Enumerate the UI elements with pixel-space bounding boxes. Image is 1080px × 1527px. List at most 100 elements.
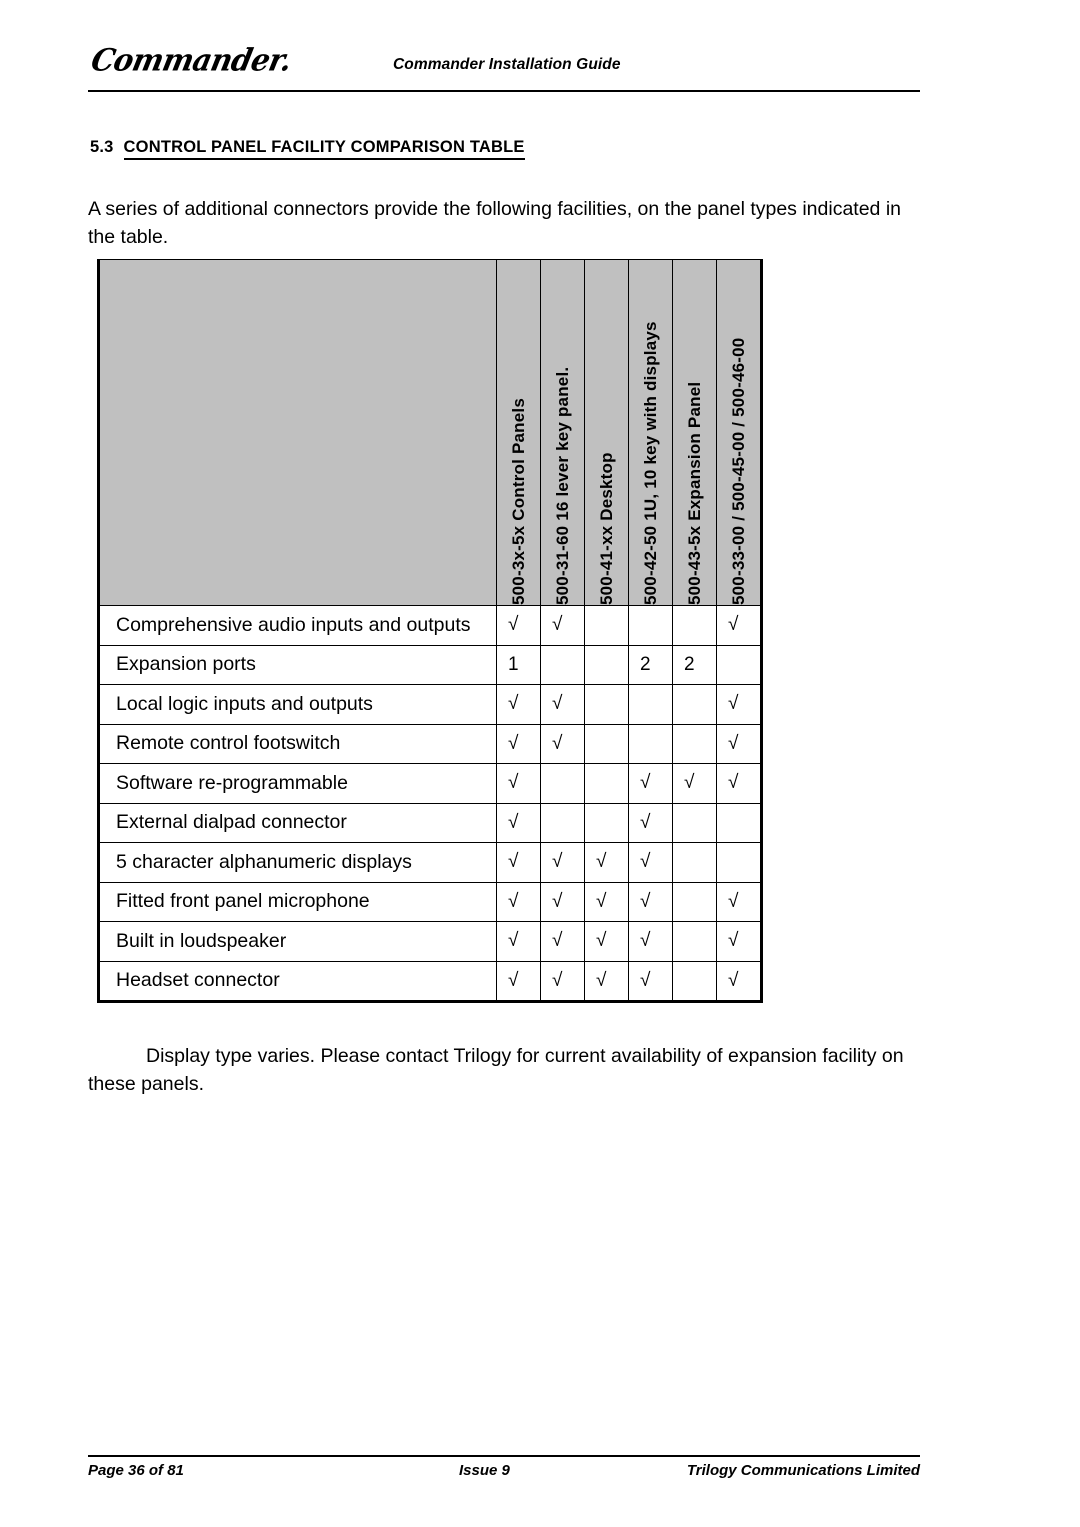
section-number: 5.3 bbox=[90, 138, 114, 156]
facility-value: √ bbox=[540, 605, 585, 646]
facility-value: √ bbox=[496, 842, 541, 883]
footer-issue: Issue 9 bbox=[459, 1462, 510, 1479]
facility-value bbox=[672, 960, 717, 1003]
facility-value bbox=[584, 763, 629, 804]
facility-value: √ bbox=[496, 605, 541, 646]
facility-value: √ bbox=[628, 802, 673, 843]
table-row: Headset connector √ √ √ √ √ bbox=[97, 960, 763, 1003]
facility-value: √ bbox=[496, 960, 541, 1003]
facility-value: √ bbox=[496, 802, 541, 843]
facility-value bbox=[584, 684, 629, 725]
facility-value bbox=[672, 605, 717, 646]
facility-value: √ bbox=[628, 960, 673, 1003]
facility-label: Comprehensive audio inputs and outputs bbox=[97, 605, 497, 646]
column-header-3-label: 500-42-50 1U, 10 key with displays bbox=[641, 321, 660, 605]
facility-value: 1 bbox=[496, 644, 541, 685]
facility-value bbox=[628, 684, 673, 725]
commander-logo: Commander. bbox=[88, 41, 295, 78]
facility-value: √ bbox=[496, 763, 541, 804]
facility-value: √ bbox=[628, 763, 673, 804]
facility-value bbox=[672, 684, 717, 725]
table-row: Local logic inputs and outputs √ √ √ bbox=[97, 684, 763, 725]
facility-comparison-table: 500-3x-5x Control Panels 500-31-60 16 le… bbox=[97, 259, 763, 1003]
facility-value: √ bbox=[584, 960, 629, 1003]
column-header-1-label: 500-31-60 16 lever key panel. bbox=[553, 366, 572, 605]
header-divider bbox=[88, 90, 920, 92]
table-row: Built in loudspeaker √ √ √ √ √ bbox=[97, 921, 763, 962]
table-row: Fitted front panel microphone √ √ √ √ √ bbox=[97, 881, 763, 922]
facility-value bbox=[672, 723, 717, 764]
facility-label: Built in loudspeaker bbox=[97, 921, 497, 962]
section-title: CONTROL PANEL FACILITY COMPARISON TABLE bbox=[123, 138, 525, 160]
facility-value bbox=[540, 644, 585, 685]
facility-value bbox=[584, 644, 629, 685]
facility-value bbox=[672, 881, 717, 922]
column-header-2: 500-41-xx Desktop bbox=[584, 259, 629, 606]
document-footer: Page 36 of 81 Issue 9 Trilogy Communicat… bbox=[88, 1462, 920, 1488]
facility-value bbox=[672, 921, 717, 962]
facility-value: √ bbox=[716, 723, 763, 764]
facility-value: √ bbox=[496, 684, 541, 725]
facility-value bbox=[540, 802, 585, 843]
intro-paragraph: A series of additional connectors provid… bbox=[88, 197, 901, 248]
facility-value bbox=[628, 723, 673, 764]
facility-value: √ bbox=[628, 921, 673, 962]
table-row: Comprehensive audio inputs and outputs √… bbox=[97, 605, 763, 646]
facility-value bbox=[584, 802, 629, 843]
facility-value: √ bbox=[496, 921, 541, 962]
footer-page-number: Page 36 of 81 bbox=[88, 1462, 184, 1479]
facility-value: √ bbox=[716, 763, 763, 804]
facility-value bbox=[716, 802, 763, 843]
document-page: Commander. Commander Installation Guide … bbox=[0, 0, 1080, 1527]
facility-value bbox=[716, 644, 763, 685]
column-header-4: 500-43-5x Expansion Panel bbox=[672, 259, 717, 606]
facility-value: √ bbox=[584, 842, 629, 883]
facility-label: 5 character alphanumeric displays bbox=[97, 842, 497, 883]
header-title: Commander Installation Guide bbox=[393, 56, 621, 73]
column-header-5-label: 500-33-00 / 500-45-00 / 500-46-00 bbox=[729, 337, 748, 605]
table-head: 500-3x-5x Control Panels 500-31-60 16 le… bbox=[97, 259, 763, 606]
table-header-row: 500-3x-5x Control Panels 500-31-60 16 le… bbox=[97, 259, 763, 606]
facility-value: √ bbox=[716, 684, 763, 725]
facility-value bbox=[716, 842, 763, 883]
note-paragraph: Display type varies. Please contact Tril… bbox=[88, 1044, 904, 1095]
table-row: Remote control footswitch √ √ √ bbox=[97, 723, 763, 764]
table-body: Comprehensive audio inputs and outputs √… bbox=[97, 605, 763, 1003]
facility-value: √ bbox=[540, 960, 585, 1003]
table-row: Expansion ports 1 2 2 bbox=[97, 644, 763, 685]
facility-label: Local logic inputs and outputs bbox=[97, 684, 497, 725]
facility-value: √ bbox=[540, 842, 585, 883]
facility-value bbox=[584, 605, 629, 646]
facility-value: √ bbox=[716, 881, 763, 922]
facility-value: √ bbox=[496, 881, 541, 922]
column-header-2-label: 500-41-xx Desktop bbox=[597, 452, 616, 605]
table-row: External dialpad connector √ √ bbox=[97, 802, 763, 843]
column-header-facility bbox=[97, 259, 497, 606]
facility-value: √ bbox=[540, 921, 585, 962]
facility-label: Software re-programmable bbox=[97, 763, 497, 804]
column-header-0-label: 500-3x-5x Control Panels bbox=[509, 398, 528, 605]
facility-value bbox=[584, 723, 629, 764]
facility-value: √ bbox=[672, 763, 717, 804]
facility-value bbox=[672, 802, 717, 843]
facility-label: Remote control footswitch bbox=[97, 723, 497, 764]
facility-label: Headset connector bbox=[97, 960, 497, 1003]
facility-value: √ bbox=[540, 684, 585, 725]
column-header-3: 500-42-50 1U, 10 key with displays bbox=[628, 259, 673, 606]
facility-value: √ bbox=[540, 723, 585, 764]
facility-value: 2 bbox=[672, 644, 717, 685]
facility-value: √ bbox=[584, 921, 629, 962]
table-row: Software re-programmable √ √ √ √ bbox=[97, 763, 763, 804]
column-header-5: 500-33-00 / 500-45-00 / 500-46-00 bbox=[716, 259, 763, 606]
facility-value: √ bbox=[716, 960, 763, 1003]
facility-label: Fitted front panel microphone bbox=[97, 881, 497, 922]
column-header-0: 500-3x-5x Control Panels bbox=[496, 259, 541, 606]
facility-label: External dialpad connector bbox=[97, 802, 497, 843]
footer-divider bbox=[88, 1455, 920, 1457]
facility-value: 2 bbox=[628, 644, 673, 685]
table-row: 5 character alphanumeric displays √ √ √ … bbox=[97, 842, 763, 883]
facility-value: √ bbox=[628, 881, 673, 922]
facility-value bbox=[672, 842, 717, 883]
facility-value: √ bbox=[496, 723, 541, 764]
column-header-4-label: 500-43-5x Expansion Panel bbox=[685, 381, 704, 605]
